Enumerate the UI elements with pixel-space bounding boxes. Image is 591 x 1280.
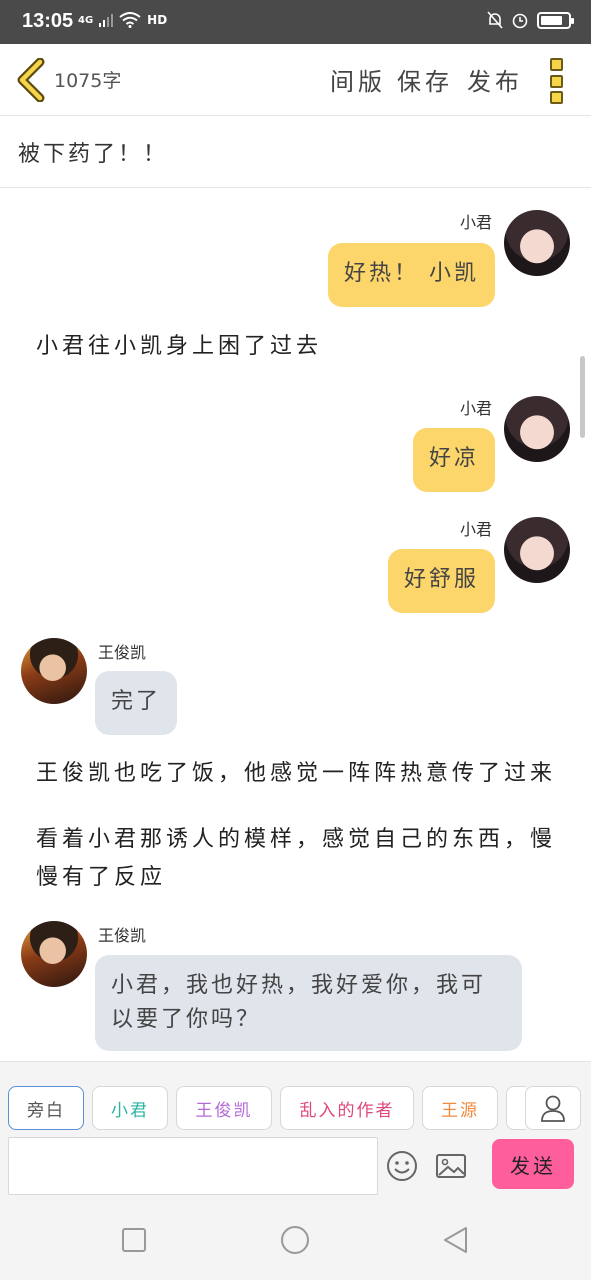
avatar[interactable] — [21, 638, 87, 704]
speaker-name: 小君 — [459, 520, 492, 539]
network-label: 4G — [78, 14, 94, 26]
composer-area: 旁白 小君 王俊凯 乱入的作者 王源 发送 — [0, 1061, 591, 1201]
send-button[interactable]: 发送 — [492, 1139, 574, 1189]
back-button[interactable] — [14, 57, 48, 103]
chevron-left-icon — [17, 57, 45, 103]
message-bubble[interactable]: 好凉 — [412, 428, 495, 492]
title-area[interactable]: 被下药了！！ — [0, 116, 591, 188]
avatar[interactable] — [21, 921, 87, 987]
character-tab-wangyuan[interactable]: 王源 — [422, 1086, 498, 1130]
character-tab-xiaojun[interactable]: 小君 — [92, 1086, 168, 1130]
emoji-icon — [387, 1151, 417, 1181]
alarm-icon — [512, 13, 528, 29]
publish-button[interactable]: 发布 — [467, 62, 523, 97]
character-tab-narrator[interactable]: 旁白 — [8, 1086, 84, 1130]
speaker-name: 王俊凯 — [98, 643, 147, 662]
scrollbar[interactable] — [580, 356, 585, 438]
message-bubble[interactable]: 好舒服 — [387, 549, 495, 613]
narration-text[interactable]: 王俊凯也吃了饭，他感觉一阵阵热意传了过来 — [36, 755, 556, 793]
message-bubble[interactable]: 完了 — [95, 671, 178, 735]
speaker-name: 小君 — [459, 399, 492, 418]
more-vertical-icon[interactable] — [550, 58, 566, 104]
character-tab-overflow[interactable] — [506, 1086, 526, 1130]
status-right-icons — [487, 11, 574, 29]
status-time: 13:05 — [22, 10, 74, 32]
character-tab-author[interactable]: 乱入的作者 — [280, 1086, 414, 1130]
story-title: 被下药了！！ — [18, 142, 169, 167]
avatar[interactable] — [504, 210, 570, 276]
message-bubble[interactable]: 好热！ 小凯 — [328, 243, 495, 307]
avatar[interactable] — [504, 517, 570, 583]
profile-button[interactable] — [525, 1086, 581, 1130]
battery-fill — [541, 15, 562, 25]
hd-label: HD — [147, 13, 168, 27]
triangle-back-icon[interactable] — [441, 1225, 469, 1255]
save-button[interactable]: 保存 — [397, 62, 453, 97]
speaker-name: 王俊凯 — [98, 926, 147, 945]
narration-text[interactable]: 看着小君那诱人的模样，感觉自己的东西，慢慢有了反应 — [36, 821, 566, 897]
speaker-name: 小君 — [459, 213, 492, 232]
square-icon[interactable] — [121, 1225, 147, 1255]
emoji-button[interactable] — [385, 1149, 419, 1183]
editor-header: 1075字 间版 保存 发布 — [0, 44, 591, 116]
system-nav-bar — [0, 1201, 591, 1280]
signal-icon — [99, 14, 114, 27]
image-icon — [436, 1154, 466, 1178]
status-bar: 13:05 4G HD — [0, 0, 591, 44]
wifi-icon — [119, 12, 141, 28]
chat-area[interactable]: 小君 好热！ 小凯 小君往小凯身上困了过去 小君 好凉 小君 好舒服 王俊凯 完… — [0, 189, 591, 1061]
character-tab-wangjunkai[interactable]: 王俊凯 — [176, 1086, 272, 1130]
avatar[interactable] — [504, 396, 570, 462]
layout-button[interactable]: 间版 — [330, 62, 386, 97]
message-bubble[interactable]: 小君，我也好热，我好爱你，我可以要了你吗？ — [95, 955, 522, 1051]
image-button[interactable] — [434, 1149, 468, 1183]
narration-text[interactable]: 小君往小凯身上困了过去 — [36, 328, 322, 366]
word-count: 1075字 — [54, 70, 122, 92]
mute-bell-icon — [487, 11, 503, 29]
circle-icon[interactable] — [280, 1225, 310, 1255]
message-input[interactable] — [8, 1137, 378, 1195]
battery-icon — [537, 11, 574, 29]
person-icon — [541, 1095, 565, 1122]
status-left-icons: 4G HD — [78, 12, 167, 28]
